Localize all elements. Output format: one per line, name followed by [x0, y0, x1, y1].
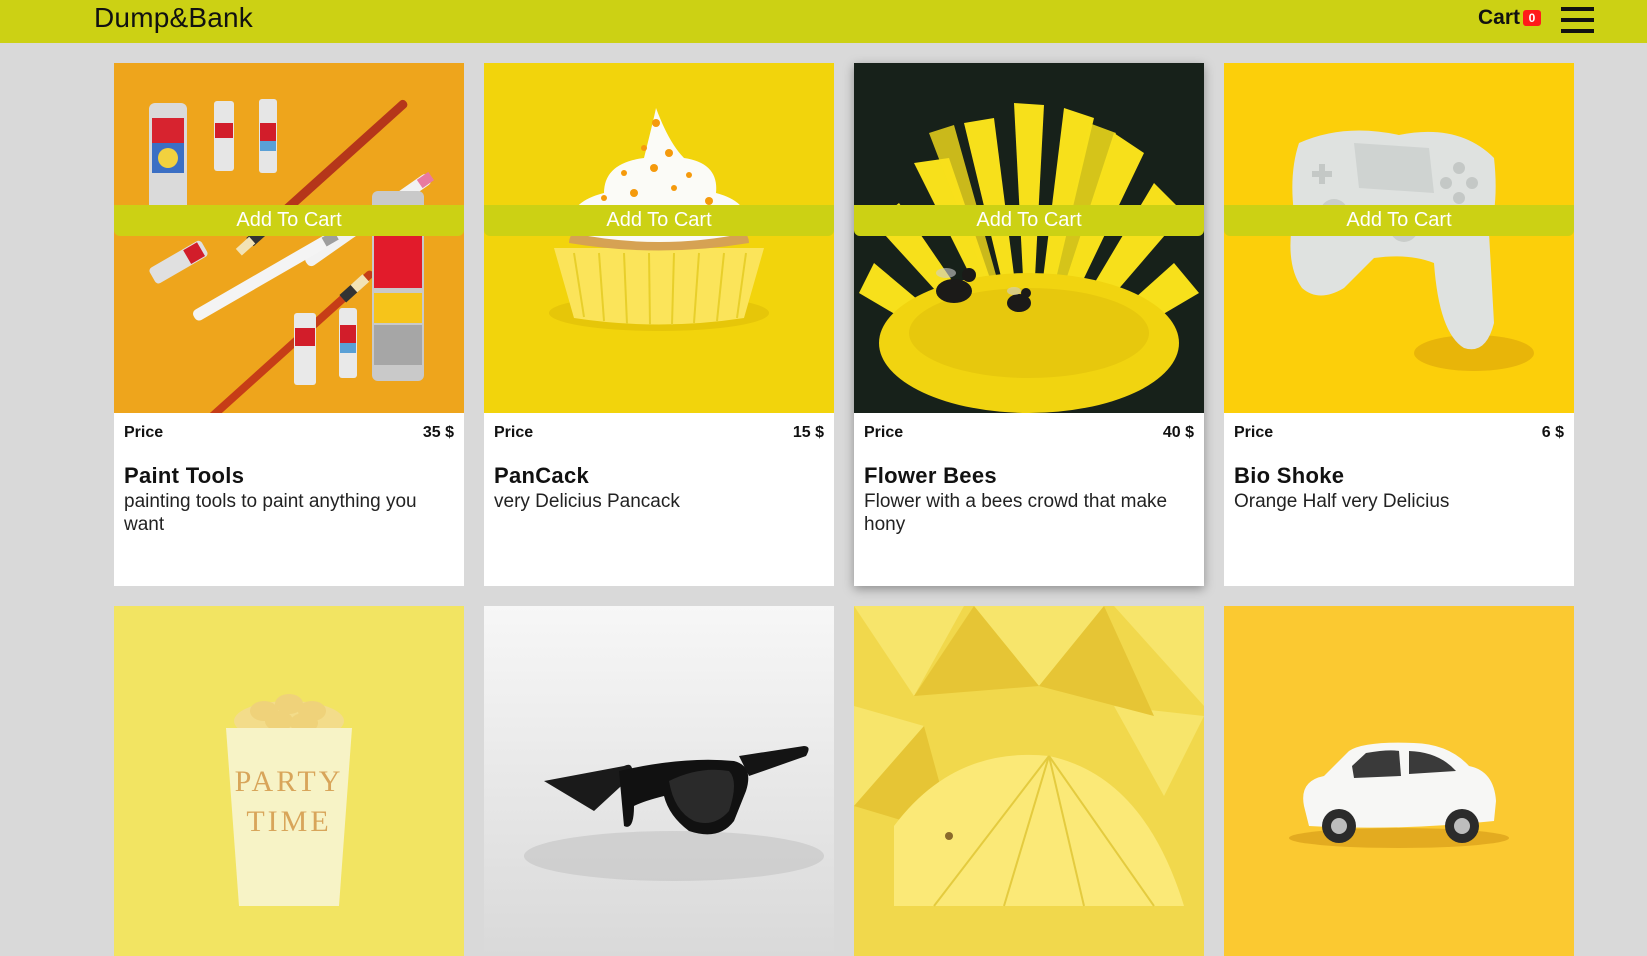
- toy-car-image[interactable]: [1224, 606, 1574, 956]
- product-card: Price 35 $ Paint Tools painting tools to…: [114, 63, 464, 586]
- product-card: Price 40 $ Flower Bees Flower with a bee…: [854, 63, 1204, 586]
- product-description: Orange Half very Delicius: [1234, 491, 1450, 512]
- product-card: PARTY TIME: [114, 606, 464, 956]
- price-value: 15 $: [792, 424, 824, 441]
- product-title: Paint Tools: [124, 463, 245, 488]
- cupcake-image[interactable]: [484, 63, 834, 413]
- price-label: Price: [864, 424, 904, 441]
- product-card: [1224, 606, 1574, 956]
- product-title: PanCack: [494, 463, 590, 488]
- cart-count-badge: 0: [1523, 10, 1541, 26]
- price-value: 35 $: [422, 424, 454, 441]
- hamburger-menu-icon[interactable]: [1561, 6, 1594, 34]
- add-to-cart-button[interactable]: Add To Cart: [854, 205, 1204, 236]
- brand-logo-text[interactable]: Dump&Bank: [94, 2, 253, 34]
- product-description: very Delicius Pancack: [494, 491, 680, 512]
- price-label: Price: [1234, 424, 1274, 441]
- product-card: Price 15 $ PanCack very Delicius Pancack…: [484, 63, 834, 586]
- top-navbar: Dump&Bank Cart 0: [0, 0, 1647, 43]
- product-title: Flower Bees: [864, 463, 997, 488]
- paint-tools-image[interactable]: [114, 63, 464, 413]
- product-grid: Price 35 $ Paint Tools painting tools to…: [114, 63, 1574, 956]
- add-to-cart-button[interactable]: Add To Cart: [1224, 205, 1574, 236]
- flower-bees-image[interactable]: [854, 63, 1204, 413]
- cup-text-party: PARTY: [235, 765, 344, 798]
- price-value: 6 $: [1541, 424, 1564, 441]
- product-card: [484, 606, 834, 956]
- price-value: 40 $: [1162, 424, 1194, 441]
- product-card: [854, 606, 1204, 956]
- umbrellas-image[interactable]: [854, 606, 1204, 956]
- product-card: Price 6 $ Bio Shoke Orange Half very Del…: [1224, 63, 1574, 586]
- price-label: Price: [494, 424, 534, 441]
- controller-image[interactable]: [1224, 63, 1574, 413]
- add-to-cart-button[interactable]: Add To Cart: [484, 205, 834, 236]
- cart-link[interactable]: Cart: [1478, 6, 1520, 30]
- add-to-cart-button[interactable]: Add To Cart: [114, 205, 464, 236]
- cup-text-time: TIME: [246, 805, 331, 838]
- product-description: painting tools to paint anything you wan…: [124, 491, 417, 535]
- sunglasses-image[interactable]: [484, 606, 834, 956]
- product-description: Flower with a bees crowd that make hony: [864, 491, 1168, 535]
- product-title: Bio Shoke: [1234, 463, 1345, 488]
- price-label: Price: [124, 424, 164, 441]
- party-cup-image[interactable]: PARTY TIME: [114, 606, 464, 956]
